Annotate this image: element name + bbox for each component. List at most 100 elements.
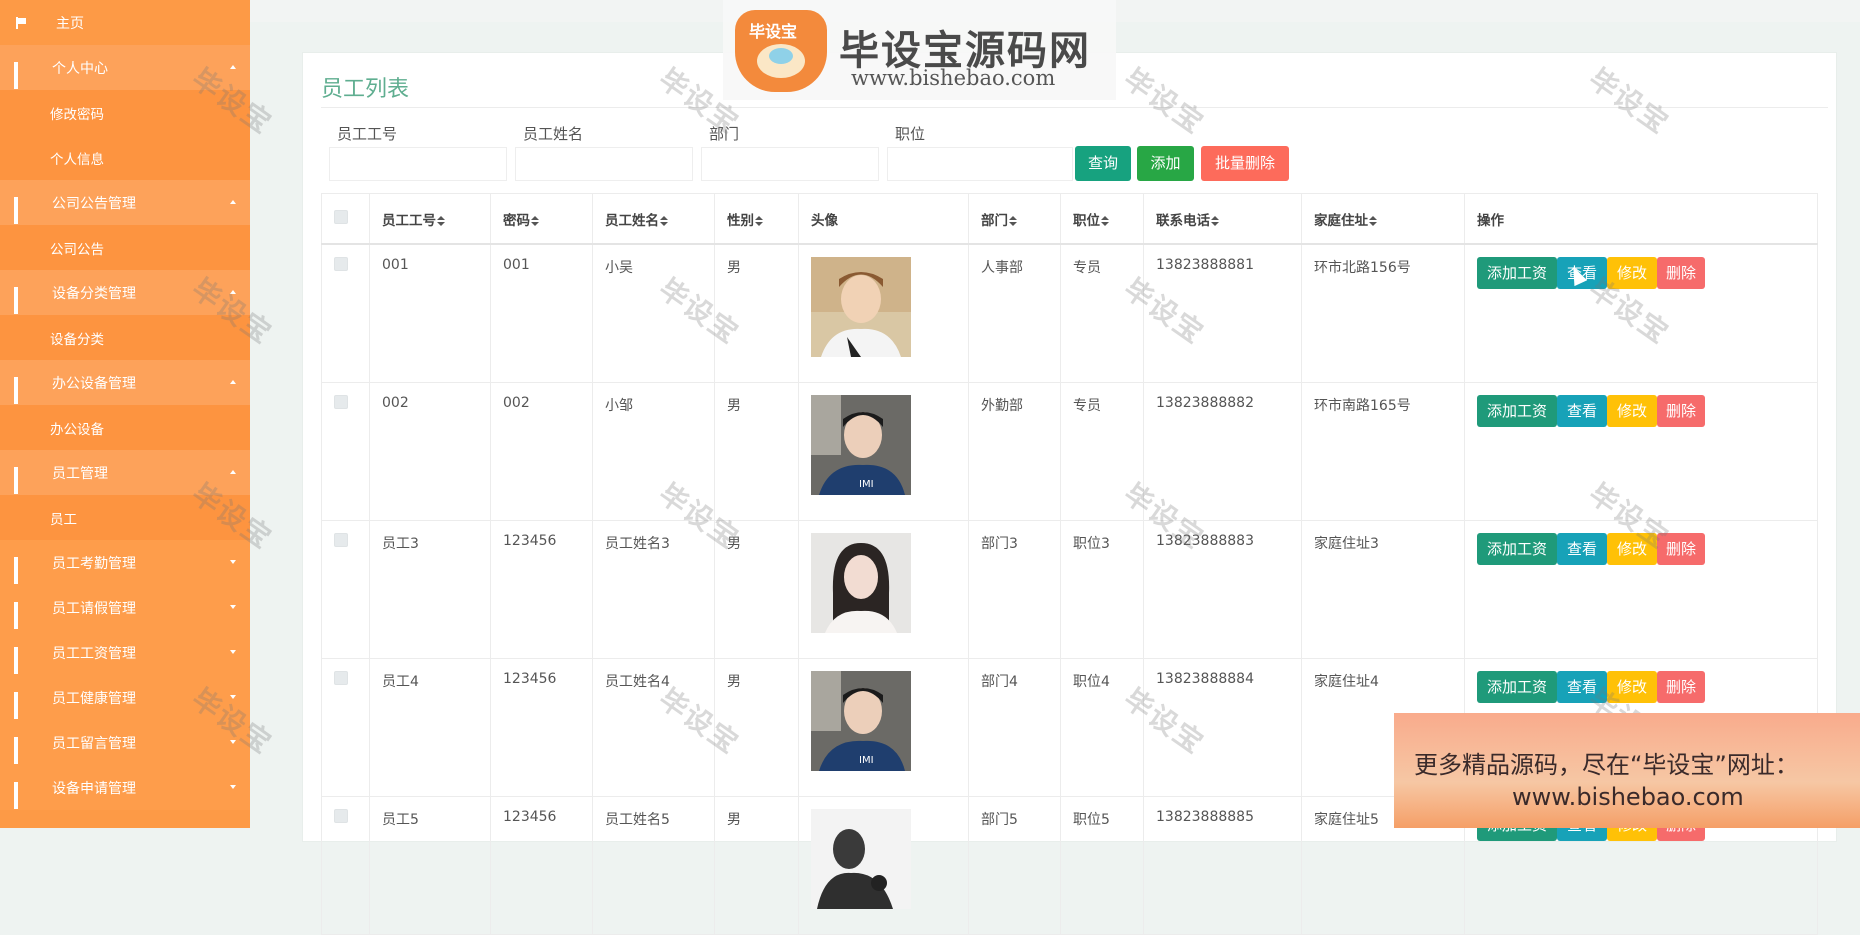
column-header[interactable]: 员工姓名 [592,193,715,245]
sidebar-subitem[interactable]: 员工 [0,495,250,540]
cell-position: 专员 [1060,243,1144,383]
sidebar-group-10[interactable]: 设备申请管理 [0,765,250,810]
cell-name: 员工姓名4 [592,658,715,797]
add-salary-button[interactable]: 添加工资 [1477,671,1557,703]
grid-icon [14,601,28,629]
avatar-cell: IMI [798,658,969,797]
cell-position: 专员 [1060,382,1144,521]
view-button[interactable]: 查看 [1557,395,1607,427]
delete-button[interactable]: 删除 [1657,671,1705,703]
row-checkbox[interactable] [334,671,348,685]
edit-button[interactable]: 修改 [1607,257,1657,289]
cell-gender: 男 [714,243,799,383]
row-select-cell [321,382,370,521]
chevron-up-icon [230,470,236,474]
column-header[interactable]: 联系电话 [1143,193,1302,245]
sidebar-group-label: 个人中心 [52,60,108,77]
column-header[interactable]: 职位 [1060,193,1144,245]
sidebar-subitem[interactable]: 办公设备 [0,405,250,450]
sidebar-group-1[interactable]: 公司公告管理 [0,180,250,225]
filter-label: 职位 [895,125,926,143]
sidebar-group-7[interactable]: 员工工资管理 [0,630,250,675]
sidebar-group-6[interactable]: 员工请假管理 [0,585,250,630]
cell-phone: 13823888882 [1143,382,1302,521]
svg-text:IMI: IMI [859,479,874,490]
sidebar-group-5[interactable]: 员工考勤管理 [0,540,250,585]
cell-gender: 男 [714,520,799,659]
promo-line-2: www.bishebao.com [1512,783,1744,811]
grid-icon [14,781,28,809]
batch-delete-button[interactable]: 批量删除 [1201,146,1289,181]
actions-cell: 添加工资查看修改删除 [1464,243,1818,383]
delete-button[interactable]: 删除 [1657,395,1705,427]
cell-address: 环市南路165号 [1301,382,1465,521]
sidebar-group-label: 员工考勤管理 [52,555,136,572]
edit-button[interactable]: 修改 [1607,533,1657,565]
department-input[interactable] [701,147,879,181]
sidebar-item-home[interactable]: 主页 [0,0,250,45]
position-input[interactable] [887,147,1073,181]
column-header[interactable]: 性别 [714,193,799,245]
sidebar-group-label: 设备分类管理 [52,285,136,302]
sidebar-subitem[interactable]: 修改密码 [0,90,250,135]
avatar-cell [798,243,969,383]
sidebar-subitem[interactable]: 个人信息 [0,135,250,180]
add-salary-button[interactable]: 添加工资 [1477,257,1557,289]
cell-password: 001 [490,243,593,383]
add-salary-button[interactable]: 添加工资 [1477,395,1557,427]
row-checkbox[interactable] [334,395,348,409]
sidebar-group-9[interactable]: 员工留言管理 [0,720,250,765]
row-checkbox[interactable] [334,257,348,271]
filter-label: 员工工号 [337,125,398,143]
column-header: 头像 [798,193,969,245]
cell-id: 002 [369,382,491,521]
employee-name-input[interactable] [515,147,693,181]
grid-icon [14,691,28,719]
sidebar-subitem[interactable]: 设备分类 [0,315,250,360]
chevron-down-icon [230,650,236,654]
sidebar-group-label: 员工健康管理 [52,690,136,707]
sidebar-group-4[interactable]: 员工管理 [0,450,250,495]
select-all-checkbox[interactable] [334,209,348,224]
sidebar-group-label: 员工留言管理 [52,735,136,752]
row-checkbox[interactable] [334,533,348,547]
site-logo: 毕设宝 毕设宝源码网 www.bishebao.com [723,0,1116,100]
grid-icon [14,736,28,764]
delete-button[interactable]: 删除 [1657,257,1705,289]
row-checkbox[interactable] [334,809,348,823]
grid-icon [14,376,28,404]
chevron-down-icon [230,785,236,789]
view-button[interactable]: 查看 [1557,533,1607,565]
sort-icon [531,215,539,226]
edit-button[interactable]: 修改 [1607,395,1657,427]
chevron-down-icon [230,740,236,744]
sidebar-group-label: 员工请假管理 [52,600,136,617]
column-header[interactable]: 密码 [490,193,593,245]
column-header[interactable]: 部门 [968,193,1061,245]
cell-phone: 13823888883 [1143,520,1302,659]
sidebar-group-3[interactable]: 办公设备管理 [0,360,250,405]
search-button[interactable]: 查询 [1075,146,1131,181]
add-button[interactable]: 添加 [1137,146,1194,181]
sidebar-group-label: 员工管理 [52,465,108,482]
employee-id-input[interactable] [329,147,507,181]
cell-gender: 男 [714,658,799,797]
view-button[interactable]: 查看 [1557,671,1607,703]
cell-id: 员工4 [369,658,491,797]
cell-dept: 部门3 [968,520,1061,659]
sidebar-group-2[interactable]: 设备分类管理 [0,270,250,315]
sidebar-subitem[interactable]: 公司公告 [0,225,250,270]
grid-icon [14,196,28,224]
sidebar-group-8[interactable]: 员工健康管理 [0,675,250,720]
delete-button[interactable]: 删除 [1657,533,1705,565]
column-header[interactable]: 员工工号 [369,193,491,245]
sidebar-group-label: 员工工资管理 [52,645,136,662]
sidebar-group-0[interactable]: 个人中心 [0,45,250,90]
edit-button[interactable]: 修改 [1607,671,1657,703]
cell-name: 员工姓名5 [592,796,715,935]
table-row: 002 002 小邹男 IMI 外勤部 专员 13823888882 环市南路165号 添加工资… [321,382,1818,521]
logo-url: www.bishebao.com [851,66,1056,90]
chevron-down-icon [230,695,236,699]
column-header[interactable]: 家庭住址 [1301,193,1465,245]
add-salary-button[interactable]: 添加工资 [1477,533,1557,565]
